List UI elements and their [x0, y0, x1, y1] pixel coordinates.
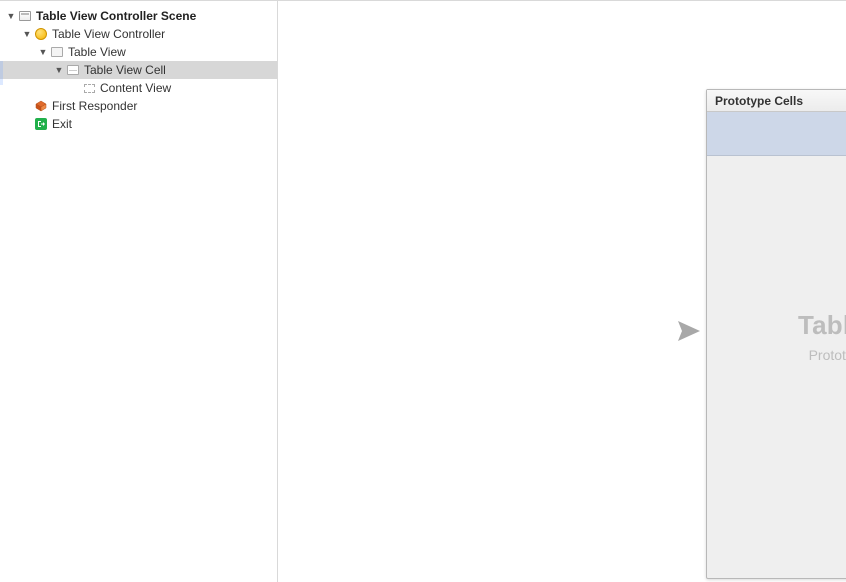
outline-tableview-row[interactable]: ▼ Table View: [0, 43, 277, 61]
storyboard-canvas[interactable]: Prototype Cells Table View Prototype Con…: [278, 1, 846, 582]
outline-contentview-row[interactable]: ▼ Content View: [0, 79, 277, 97]
scene-title: Table View Controller Scene: [36, 7, 196, 25]
document-outline[interactable]: ▼ Table View Controller Scene ▼ Table Vi…: [0, 1, 278, 582]
outline-viewcontroller-row[interactable]: ▼ Table View Controller: [0, 25, 277, 43]
outline-firstresponder-row[interactable]: ▼ First Responder: [0, 97, 277, 115]
placeholder-title: Table View: [707, 310, 846, 341]
prototype-header: Prototype Cells: [707, 90, 846, 112]
tableview-placeholder: Table View Prototype Content: [707, 310, 846, 363]
outline-label: Table View Cell: [84, 61, 166, 79]
app-root: ▼ Table View Controller Scene ▼ Table Vi…: [0, 0, 846, 582]
prototype-cell[interactable]: [707, 112, 846, 156]
exit-icon: [34, 117, 48, 131]
cell-icon: [66, 63, 80, 77]
firstresponder-icon: [34, 99, 48, 113]
disclosure-triangle-icon[interactable]: ▼: [54, 65, 64, 75]
contentview-icon: [82, 81, 96, 95]
outline-tableviewcell-row[interactable]: ▼ Table View Cell: [0, 61, 277, 79]
disclosure-triangle-icon[interactable]: ▼: [6, 11, 16, 21]
outline-label: First Responder: [52, 97, 137, 115]
outline-scene-row[interactable]: ▼ Table View Controller Scene: [0, 7, 277, 25]
scene-icon: [18, 9, 32, 23]
outline-exit-row[interactable]: ▼ Exit: [0, 115, 277, 133]
outline-label: Table View: [68, 43, 126, 61]
viewcontroller-icon: [34, 27, 48, 41]
tableview-icon: [50, 45, 64, 59]
outline-label: Exit: [52, 115, 72, 133]
prototype-header-title: Prototype Cells: [715, 94, 803, 108]
segue-arrow-icon[interactable]: [624, 313, 702, 349]
disclosure-triangle-icon[interactable]: ▼: [38, 47, 48, 57]
outline-label: Table View Controller: [52, 25, 165, 43]
disclosure-triangle-icon[interactable]: ▼: [22, 29, 32, 39]
placeholder-subtitle: Prototype Content: [707, 347, 846, 363]
tableview-controller-canvas[interactable]: Prototype Cells Table View Prototype Con…: [706, 89, 846, 579]
outline-label: Content View: [100, 79, 171, 97]
outline-tree: ▼ Table View Controller Scene ▼ Table Vi…: [0, 1, 277, 133]
